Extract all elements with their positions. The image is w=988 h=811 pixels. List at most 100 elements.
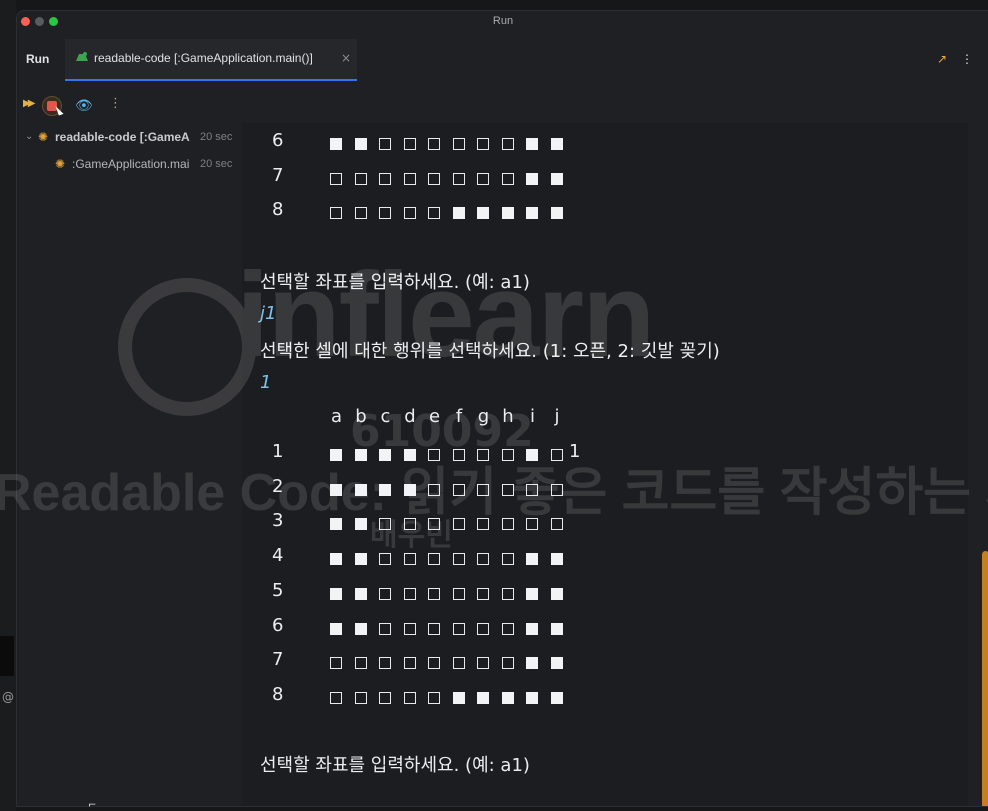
tree-item-readable-code[interactable]: ⌄ ✺ readable-code [:GameA 20 sec (17, 129, 242, 156)
board-cell-filled (550, 172, 563, 185)
board-cell-open (428, 138, 440, 150)
board-cell-filled (501, 207, 514, 219)
board-cell-open (354, 172, 367, 185)
board-cell-open (477, 553, 489, 566)
run-tool-label: Run (26, 52, 50, 66)
board-row-label: 8 (272, 683, 284, 705)
tree-item-game-application[interactable]: ✺ :GameApplication.mai 20 sec (17, 156, 242, 183)
board-cell-open (477, 483, 489, 496)
board-cell-open (477, 172, 489, 185)
board-cell-filled (526, 622, 538, 635)
board-cell-open (379, 172, 391, 185)
toolbar-more-icon[interactable]: ⋮ (109, 96, 122, 111)
board-cell-open (379, 622, 391, 635)
board-cell-filled (330, 587, 342, 600)
board-row: 5 (242, 580, 942, 608)
board-cell-open (501, 483, 514, 496)
running-spinner-icon: ✺ (55, 157, 66, 171)
board-row-label: 2 (272, 475, 284, 497)
tab-run-configuration[interactable]: readable-code [:GameApplication.main()] … (65, 39, 357, 81)
board-row: 6 (242, 130, 942, 158)
board-cell-open (330, 172, 342, 185)
board-cell-filled (452, 691, 465, 704)
board-cell-open (330, 657, 342, 670)
board-row-label: 7 (272, 164, 284, 186)
board-cell-open (477, 138, 489, 150)
board-cell-open (452, 483, 465, 496)
board-cell-filled (330, 553, 342, 566)
board-cell-filled (379, 483, 391, 496)
board-cell-open (354, 691, 367, 704)
board-cell-filled (354, 587, 367, 600)
board-cell-filled (354, 483, 367, 496)
tree-item-time: 20 sec (200, 131, 233, 143)
board-cell-open (379, 587, 391, 600)
board-cell-open (403, 207, 416, 219)
board-row-label: 3 (272, 510, 284, 532)
board-cell-open (428, 587, 440, 600)
rerun-icon[interactable]: ▶▶ (23, 98, 36, 109)
board-cell-open (403, 657, 416, 670)
board-cell-open (501, 553, 514, 566)
board-cell-open (403, 587, 416, 600)
board-cell-filled (330, 518, 342, 531)
board-cell-filled (550, 207, 563, 219)
board-cell-open (452, 553, 465, 566)
board-cell-filled (526, 138, 538, 150)
board-row: 4 (242, 545, 942, 573)
board-cell-open (428, 483, 440, 496)
board-cell-filled (330, 622, 342, 635)
run-configuration-icon (76, 52, 88, 61)
board-cell-open (403, 518, 416, 531)
board-cell-open (526, 483, 538, 496)
board-cell-open (477, 449, 489, 461)
board-cell-filled (354, 449, 367, 461)
tab-label: readable-code [:GameApplication.main()] (94, 51, 313, 65)
eye-icon[interactable]: 👁 (75, 98, 93, 114)
board-cell-open (428, 449, 440, 461)
board-cell-open (452, 657, 465, 670)
board-row-label: 4 (272, 545, 284, 567)
column-header: i (529, 406, 535, 427)
board-cell-filled (526, 553, 538, 566)
run-window: Run Run readable-code [:GameApplication.… (16, 10, 988, 807)
board-cell-open (428, 553, 440, 566)
board-cell-filled (550, 587, 563, 600)
board-cell-open (428, 518, 440, 531)
board-cell-open (501, 172, 514, 185)
board-cell-open (379, 553, 391, 566)
column-header: j (554, 406, 560, 427)
board-cell-open (428, 172, 440, 185)
board-cell-open (354, 207, 367, 219)
board-cell-filled (330, 449, 342, 461)
board-row-label: 7 (272, 649, 284, 671)
chevron-down-icon[interactable]: ⌄ (25, 131, 33, 142)
run-toolbar: ▶▶ 👁 ⋮ (17, 96, 217, 116)
open-in-editor-icon[interactable]: ↗ (937, 52, 947, 66)
board-cell-open (403, 172, 416, 185)
board-cell-open (330, 207, 342, 219)
board-cell-filled (477, 691, 489, 704)
board-cell-open (428, 622, 440, 635)
tool-window-actions: ↗ ⋮ (937, 52, 988, 66)
running-spinner-icon: ✺ (38, 130, 49, 144)
tree-item-time: 20 sec (200, 158, 233, 170)
console-scrollbar[interactable] (982, 551, 988, 806)
board-row-label: 1 (272, 441, 284, 462)
column-header: c (380, 406, 391, 427)
board-cell-open (428, 207, 440, 219)
backdrop-editor: @ (0, 0, 16, 811)
close-tab-icon[interactable]: × (341, 51, 351, 65)
board-cell-filled (501, 691, 514, 704)
board-cell-open (403, 622, 416, 635)
column-header: d (404, 406, 416, 427)
console-output[interactable]: 678 선택할 좌표를 입력하세요. (예: a1) j1 선택한 셀에 대한 … (242, 123, 968, 806)
board-cell-filled (526, 691, 538, 704)
board-cell-filled (526, 207, 538, 219)
more-options-icon[interactable]: ⋮ (961, 52, 973, 66)
board-row: 8 (242, 684, 942, 712)
board-cell-open (379, 518, 391, 531)
column-header: a (330, 406, 343, 427)
board-cell-open (403, 138, 416, 150)
run-tabbar: Run readable-code [:GameApplication.main… (17, 39, 988, 81)
